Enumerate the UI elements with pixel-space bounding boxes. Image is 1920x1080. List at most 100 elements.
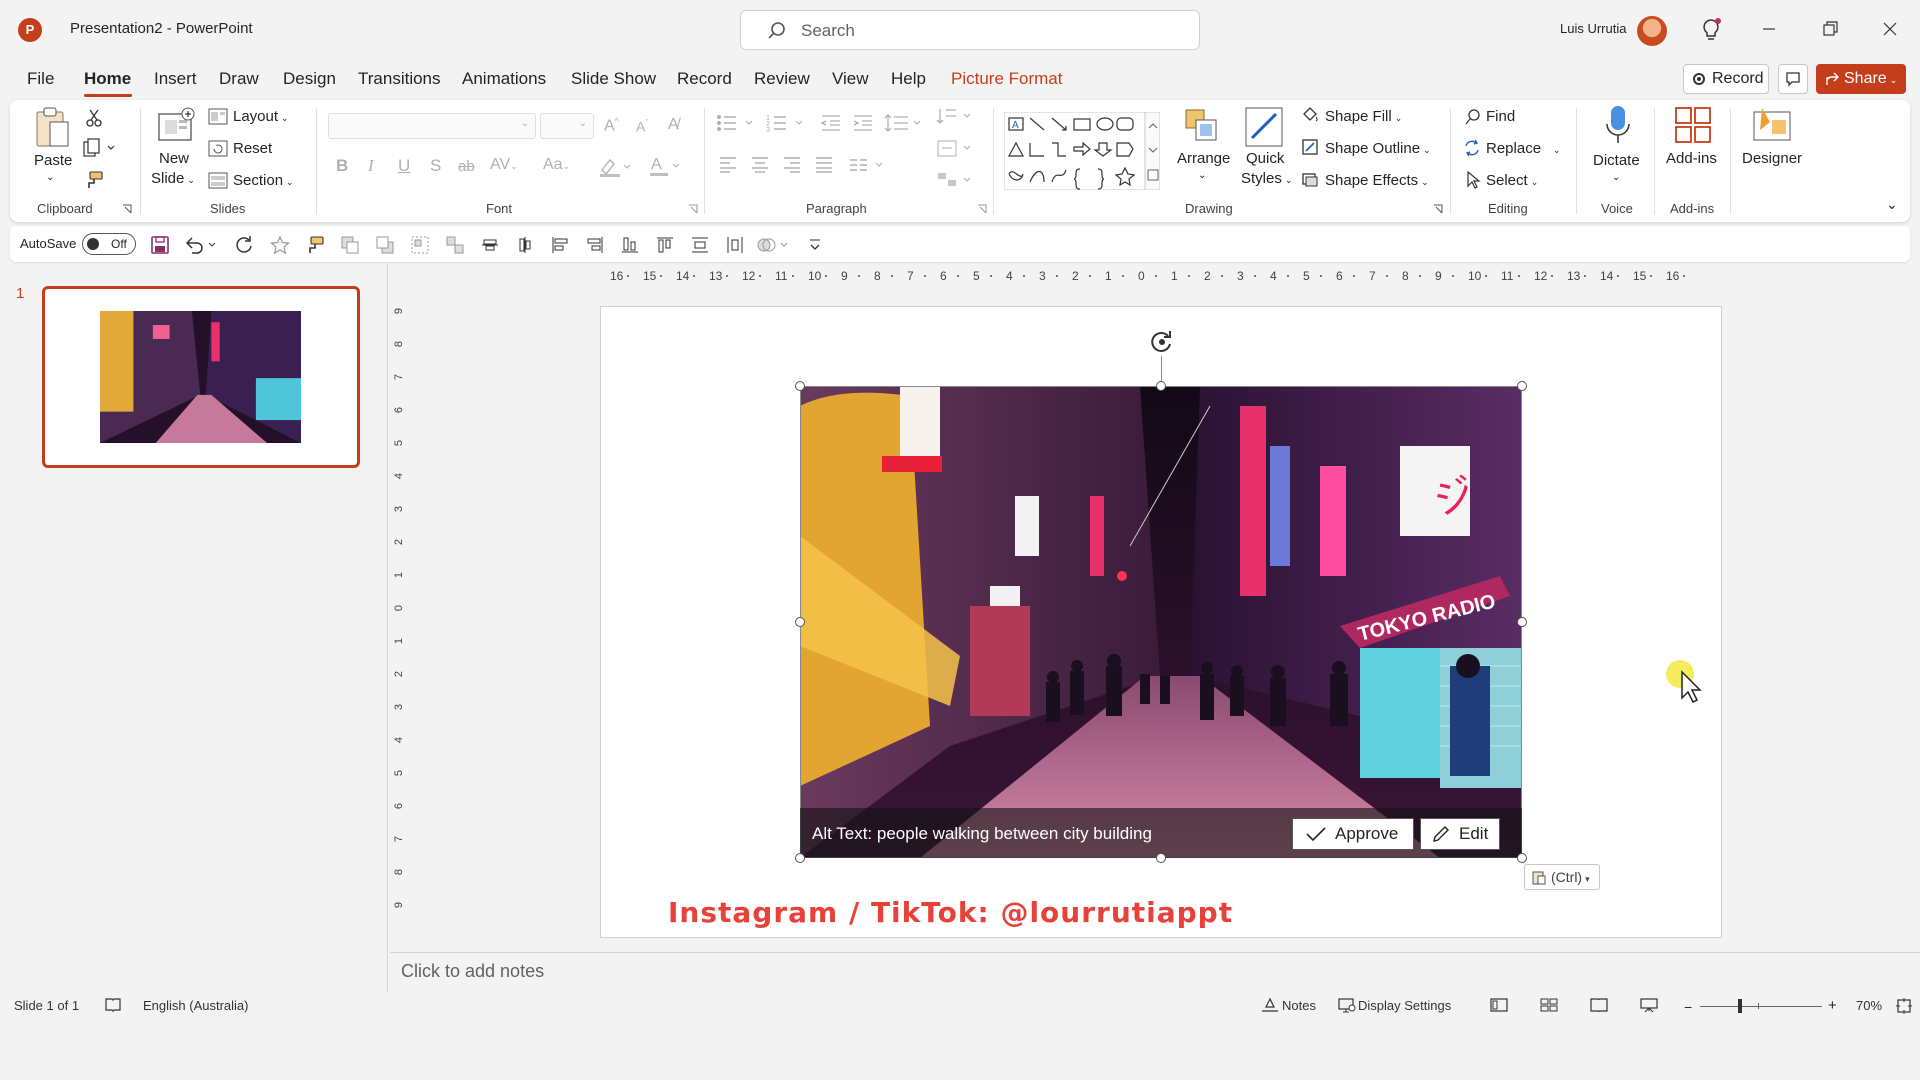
dialog-launcher-icon[interactable] — [1433, 204, 1443, 214]
zoom-slider-thumb[interactable] — [1738, 999, 1742, 1013]
italic-icon[interactable]: I — [368, 156, 374, 176]
minimize-icon[interactable] — [1755, 15, 1783, 43]
close-icon[interactable] — [1876, 15, 1904, 43]
align-right-objects-icon[interactable] — [585, 235, 605, 255]
user-name[interactable]: Luis Urrutia — [1560, 21, 1626, 36]
bring-forward-icon[interactable] — [340, 235, 360, 255]
resize-handle-right[interactable] — [1517, 617, 1527, 627]
find-button[interactable]: Find — [1486, 108, 1515, 125]
underline-icon[interactable]: U — [398, 156, 410, 176]
send-backward-icon[interactable] — [375, 235, 395, 255]
new-slide-icon[interactable] — [155, 106, 195, 146]
shadow-icon[interactable]: S — [430, 156, 441, 176]
tab-help[interactable]: Help — [891, 69, 926, 89]
normal-view-icon[interactable] — [1489, 997, 1509, 1013]
align-left-objects-icon[interactable] — [550, 235, 570, 255]
arrange-icon[interactable] — [1182, 106, 1222, 146]
dialog-launcher-icon[interactable] — [122, 204, 132, 214]
replace-icon[interactable] — [1462, 138, 1482, 158]
font-color-icon[interactable]: A — [648, 154, 682, 178]
add-ins-icon[interactable] — [1674, 106, 1712, 144]
highlight-icon[interactable] — [598, 156, 632, 178]
reset-button[interactable]: Reset — [233, 140, 272, 157]
dialog-launcher-icon[interactable] — [688, 204, 698, 214]
zoom-in-icon[interactable]: + — [1828, 997, 1837, 1014]
chevron-down-icon[interactable]: ⌄ — [46, 172, 54, 183]
designer-icon[interactable] — [1752, 106, 1792, 144]
slide-count-status[interactable]: Slide 1 of 1 — [14, 998, 79, 1013]
bullets-icon[interactable] — [716, 112, 756, 134]
shape-combine-icon[interactable] — [756, 235, 790, 255]
star-icon[interactable] — [270, 235, 290, 255]
resize-handle-bottom-left[interactable] — [795, 853, 805, 863]
tab-insert[interactable]: Insert — [154, 69, 197, 89]
avatar[interactable] — [1637, 16, 1667, 46]
notes-pane[interactable] — [390, 952, 1920, 992]
align-middle-icon[interactable] — [480, 235, 500, 255]
align-top-icon[interactable] — [655, 235, 675, 255]
copy-icon[interactable] — [82, 138, 116, 158]
distribute-horizontal-icon[interactable] — [725, 235, 745, 255]
increase-font-icon[interactable]: A^ — [604, 116, 619, 135]
strikethrough-icon[interactable]: ab — [458, 158, 475, 175]
resize-handle-top-right[interactable] — [1517, 381, 1527, 391]
section-button[interactable]: Section ⌄ — [233, 172, 294, 189]
resize-handle-left[interactable] — [795, 617, 805, 627]
layout-button[interactable]: Layout ⌄ — [233, 108, 289, 125]
ungroup-icon[interactable] — [445, 235, 465, 255]
align-left-icon[interactable] — [718, 156, 738, 174]
autosave-toggle[interactable]: Off — [82, 233, 136, 255]
clear-formatting-icon[interactable]: A̸ — [668, 116, 679, 134]
distribute-vertical-icon[interactable] — [690, 235, 710, 255]
zoom-out-icon[interactable]: − — [1684, 999, 1692, 1015]
numbering-icon[interactable]: 123 — [766, 112, 806, 134]
bold-icon[interactable]: B — [336, 156, 348, 176]
display-settings-button[interactable]: Display Settings — [1358, 998, 1451, 1013]
tab-draw[interactable]: Draw — [219, 69, 259, 89]
save-icon[interactable] — [150, 235, 170, 255]
decrease-indent-icon[interactable] — [820, 114, 842, 132]
resize-handle-top-left[interactable] — [795, 381, 805, 391]
lightbulb-icon[interactable] — [1700, 18, 1722, 42]
font-size-combo[interactable]: ⌄ — [540, 113, 594, 139]
resize-handle-bottom[interactable] — [1156, 853, 1166, 863]
justify-icon[interactable] — [814, 156, 834, 174]
resize-handle-top[interactable] — [1156, 381, 1166, 391]
record-button[interactable]: Record — [1683, 64, 1769, 94]
group-icon[interactable] — [410, 235, 430, 255]
shape-fill-icon[interactable] — [1301, 106, 1319, 124]
search-input[interactable]: Search — [740, 10, 1200, 50]
slide-sorter-icon[interactable] — [1539, 997, 1559, 1013]
tab-file[interactable]: File — [27, 69, 54, 89]
align-bottom-icon[interactable] — [620, 235, 640, 255]
increase-indent-icon[interactable] — [852, 114, 874, 132]
chevron-down-icon[interactable]: ⌄ — [1612, 172, 1620, 183]
tab-design[interactable]: Design — [283, 69, 336, 89]
dialog-launcher-icon[interactable] — [977, 204, 987, 214]
select-button[interactable]: Select ⌄ — [1486, 172, 1538, 189]
zoom-level[interactable]: 70% — [1856, 998, 1882, 1013]
text-direction-icon[interactable] — [936, 106, 976, 128]
social-caption[interactable]: Instagram / TikTok: @lourrutiappt — [668, 896, 1233, 929]
shape-fill-button[interactable]: Shape Fill ⌄ — [1325, 108, 1402, 125]
tab-slide-show[interactable]: Slide Show — [571, 69, 656, 89]
redo-icon[interactable] — [234, 235, 254, 255]
share-button[interactable]: Share ⌄ — [1816, 64, 1906, 94]
align-text-icon[interactable] — [936, 138, 976, 160]
chevron-down-icon[interactable]: ⌄ — [1198, 170, 1206, 181]
notes-placeholder[interactable]: Click to add notes — [401, 961, 544, 982]
resize-handle-bottom-right[interactable] — [1517, 853, 1527, 863]
display-settings-icon[interactable] — [1337, 997, 1357, 1013]
line-spacing-icon[interactable] — [884, 112, 924, 134]
comments-button[interactable] — [1778, 64, 1808, 94]
reset-icon[interactable] — [208, 140, 228, 158]
tab-animations[interactable]: Animations — [462, 69, 546, 89]
shape-effects-button[interactable]: Shape Effects ⌄ — [1325, 172, 1429, 189]
tab-record[interactable]: Record — [677, 69, 732, 89]
columns-icon[interactable] — [848, 156, 888, 174]
horizontal-ruler[interactable]: 16 15 14 13 12 11 10 9 8 7 6 5 4 3 2 1 0 1 2 3 4 5 6 7 8 9 10 11 12 1… — [600, 266, 1720, 290]
align-right-icon[interactable] — [782, 156, 802, 174]
paste-icon[interactable] — [34, 106, 72, 150]
undo-icon[interactable] — [184, 235, 218, 255]
layout-icon[interactable] — [208, 108, 228, 126]
